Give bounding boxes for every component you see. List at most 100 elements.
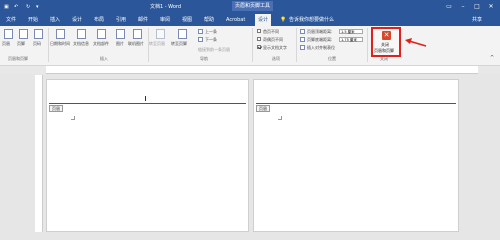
align-tab-icon — [300, 45, 305, 50]
document-page-2[interactable]: 页眉 — [253, 79, 459, 232]
minimize-button[interactable]: – — [456, 0, 470, 14]
picture-button[interactable] — [116, 29, 125, 39]
tab-home[interactable]: 开始 — [28, 14, 38, 26]
previous-button[interactable]: 上一条 — [205, 29, 217, 34]
red-arrow-annotation — [405, 38, 427, 47]
margin-corner-mark — [278, 116, 282, 120]
redo-icon[interactable]: ↻ — [26, 0, 30, 14]
group-divider — [296, 28, 297, 62]
group-divider — [367, 28, 368, 62]
group-label-options: 选项 — [272, 56, 280, 61]
text-cursor — [145, 96, 146, 101]
footer-bottom-spinner[interactable]: 1.75 厘米 — [339, 37, 363, 42]
tab-mailings[interactable]: 邮件 — [138, 14, 148, 26]
tab-help[interactable]: 帮助 — [204, 14, 214, 26]
tab-file[interactable]: 文件 — [6, 14, 16, 26]
doc-info-label: 文档信息 — [73, 41, 89, 46]
next-button[interactable]: 下一条 — [205, 37, 217, 42]
show-doc-text-checkbox[interactable] — [257, 45, 261, 49]
footer-icon — [19, 29, 28, 39]
group-label-close: 关闭 — [380, 56, 388, 61]
footer-bottom-icon — [300, 37, 305, 42]
header-button-label: 页眉 — [2, 41, 10, 46]
collapse-ribbon-icon[interactable]: ^ — [490, 56, 494, 61]
insert-align-tab-button[interactable]: 插入对齐制表位 — [307, 45, 335, 50]
close-header-footer-button[interactable]: ✕ 关闭 页眉和页脚 — [371, 27, 401, 57]
group-divider — [48, 28, 49, 62]
show-doc-text-label: 显示文档文字 — [263, 45, 287, 50]
group-divider — [252, 28, 253, 62]
next-icon[interactable] — [198, 37, 203, 42]
date-time-label: 日期和时间 — [50, 41, 70, 46]
online-picture-button[interactable] — [133, 29, 142, 39]
header-top-icon — [300, 29, 305, 34]
date-time-button[interactable] — [56, 29, 65, 39]
context-tab-label: 页眉和页脚工具 — [232, 1, 274, 11]
goto-footer-icon — [178, 29, 187, 39]
footer-bottom-label: 页脚底端距离: — [307, 37, 333, 42]
page-number-label: 页码 — [33, 41, 41, 46]
lightbulb-icon: 💡 — [280, 17, 287, 23]
group-label-insert: 插入 — [100, 56, 108, 61]
header-icon — [4, 29, 13, 39]
header-top-label: 页眉顶端距离: — [307, 29, 333, 34]
tab-review[interactable]: 审阅 — [160, 14, 170, 26]
ribbon-display-icon[interactable]: ▭ — [442, 0, 456, 14]
goto-footer-label: 转至页脚 — [171, 41, 187, 46]
header-boundary-line — [256, 103, 456, 104]
doc-parts-icon — [97, 29, 106, 39]
document-page-1[interactable]: 页眉 — [46, 79, 249, 232]
document-title: 文档1 - Word — [150, 4, 182, 10]
odd-even-checkbox[interactable] — [257, 37, 261, 41]
picture-icon — [116, 29, 125, 39]
tab-insert[interactable]: 插入 — [50, 14, 60, 26]
close-button-label-line1: 关闭 — [381, 42, 389, 47]
footer-button[interactable] — [19, 29, 28, 39]
doc-info-icon — [77, 29, 86, 39]
goto-footer-button[interactable] — [178, 29, 187, 39]
header-tag: 页眉 — [49, 105, 63, 112]
link-to-previous-button[interactable]: 链接到前一条页眉 — [198, 47, 230, 52]
tab-design[interactable]: 设计 — [72, 14, 82, 26]
online-picture-label: 联机图片 — [128, 41, 144, 46]
online-picture-icon — [133, 29, 142, 39]
footer-button-label: 页脚 — [17, 41, 25, 46]
goto-header-label: 转至页眉 — [149, 41, 165, 46]
different-first-page-checkbox[interactable] — [257, 29, 261, 33]
close-button-label-line2: 页眉和页脚 — [374, 48, 394, 53]
doc-parts-button[interactable] — [97, 29, 106, 39]
different-first-page-label: 首页不同 — [263, 29, 279, 34]
tell-me-box[interactable]: 告诉我你想要做什么 — [289, 14, 334, 26]
group-label-navigation: 导航 — [200, 56, 208, 61]
share-button[interactable]: 共享 — [472, 14, 482, 26]
odd-even-label: 奇偶页不同 — [263, 37, 283, 42]
group-label-header-footer: 页眉和页脚 — [8, 56, 28, 61]
header-top-spinner[interactable]: 1.5 厘米 — [339, 29, 363, 34]
calendar-icon — [56, 29, 65, 39]
customize-icon[interactable]: ▾ — [36, 0, 39, 14]
goto-header-button[interactable] — [156, 29, 165, 39]
undo-icon[interactable]: ↶ — [14, 0, 18, 14]
tab-view[interactable]: 视图 — [182, 14, 192, 26]
vertical-ruler[interactable] — [35, 75, 43, 232]
doc-parts-label: 文档部件 — [93, 41, 109, 46]
doc-info-button[interactable] — [77, 29, 86, 39]
close-window-button[interactable]: ✕ — [484, 0, 498, 14]
previous-icon[interactable] — [198, 29, 203, 34]
goto-header-icon — [156, 29, 165, 39]
header-tag: 页眉 — [256, 105, 270, 112]
tab-references[interactable]: 引用 — [116, 14, 126, 26]
page-number-button[interactable] — [34, 29, 43, 39]
horizontal-ruler[interactable] — [46, 66, 478, 74]
group-label-position: 位置 — [328, 56, 336, 61]
close-x-icon: ✕ — [382, 31, 391, 40]
tab-header-footer-design[interactable]: 设计 — [255, 14, 272, 26]
maximize-button[interactable]: □ — [470, 0, 484, 14]
tab-acrobat[interactable]: Acrobat — [226, 14, 245, 26]
save-icon[interactable]: ▣ — [4, 0, 9, 14]
tab-layout[interactable]: 布局 — [94, 14, 104, 26]
page-number-icon — [34, 29, 43, 39]
header-boundary-line — [49, 103, 246, 104]
margin-corner-mark — [71, 116, 75, 120]
header-button[interactable] — [4, 29, 13, 39]
